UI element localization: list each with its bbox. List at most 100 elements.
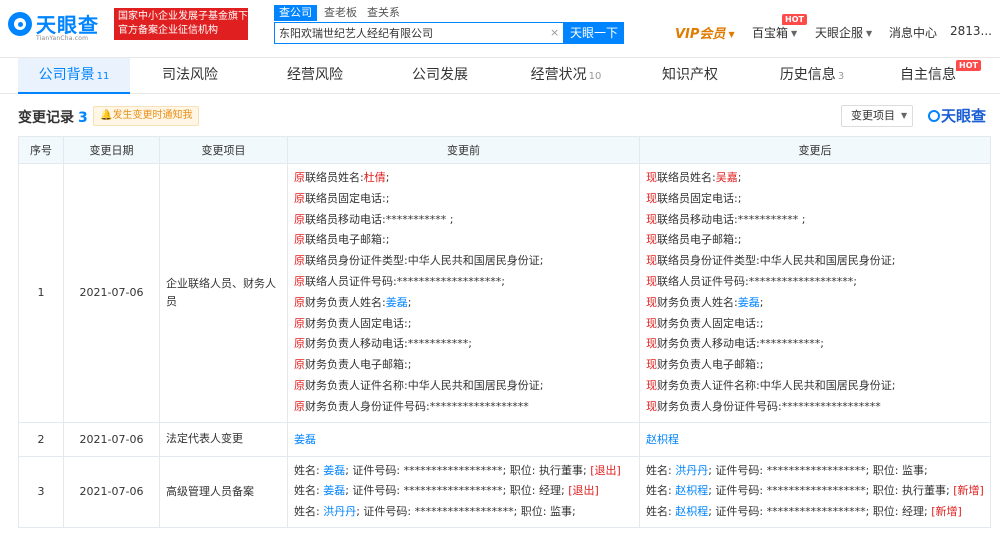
manager-line: 姓名: 姜磊; 证件号码: ******************; 职位: 经理… [294, 481, 633, 502]
tab-operating-status[interactable]: 经营状况 10 [510, 58, 622, 94]
tab-judicial-risk[interactable]: 司法风险 [134, 58, 246, 94]
col-header-after: 变更后 [639, 136, 991, 164]
person-link[interactable]: 姜磊 [323, 464, 345, 477]
change-field: 联络员固定电话:; [305, 191, 390, 205]
change-prefix: 现 [646, 171, 657, 184]
section-count: 3 [78, 110, 88, 126]
after-content: 赵枳程 [639, 421, 991, 457]
person-link[interactable]: 赵枳程 [675, 484, 708, 497]
hot-badge: HOT [782, 14, 807, 25]
change-line: 原财务负责人电子邮箱:; [294, 355, 633, 376]
before-content: 姓名: 姜磊; 证件号码: ******************; 职位: 执行… [287, 455, 640, 528]
tab-company-development[interactable]: 公司发展 [384, 58, 496, 94]
person-link[interactable]: 赵枳程 [646, 433, 679, 446]
search-box: × [274, 22, 564, 44]
change-field: 联络员身份证件类型:中华人民共和国居民身份证; [305, 254, 544, 268]
change-line: 原联络员姓名:杜倩; [294, 168, 633, 189]
change-line: 原财务负责人身份证件号码:****************** [294, 397, 633, 418]
change-tail: ; [737, 171, 742, 184]
change-prefix: 现 [646, 233, 657, 247]
tianyancha-logo[interactable]: 天眼查 TianYanCha.com [8, 9, 108, 45]
change-line: 现联络员姓名:吴嘉; [646, 168, 984, 189]
change-line: 现财务负责人电子邮箱:; [646, 355, 984, 376]
vip-label: VIP会员 [675, 27, 726, 42]
company-tabbar: 公司背景 11 司法风险 经营风险 公司发展 经营状况 10 知识产权 历史信息 3 … [0, 58, 1000, 94]
change-item-filter[interactable]: 变更项目 ▼ [841, 105, 913, 127]
change-field: 联络员固定电话:; [657, 191, 742, 205]
row-index: 1 [18, 163, 64, 423]
tab-label: 历史信息 [779, 67, 836, 83]
change-record-table: 序号 变更日期 变更项目 变更前 变更后 1 2021-07-06 企业联络人员… [18, 136, 991, 528]
tab-intellectual-property[interactable]: 知识产权 [634, 58, 746, 94]
watermark-text: 天眼查 [941, 107, 987, 125]
clear-icon[interactable]: × [550, 26, 559, 40]
treasure-label: 百宝箱 [752, 26, 789, 40]
person-name[interactable]: 姜磊 [738, 296, 760, 309]
change-line: 原财务负责人固定电话:; [294, 314, 633, 335]
change-prefix: 现 [646, 337, 657, 351]
change-prefix: 原 [294, 191, 305, 205]
section-title-text: 变更记录 [18, 110, 74, 126]
tab-count: 3 [837, 71, 845, 82]
change-field: 联络员移动电话:*********** ; [657, 212, 806, 226]
col-header-before: 变更前 [287, 136, 640, 164]
tab-count: 11 [96, 71, 110, 82]
change-field: 财务负责人移动电话:***********; [657, 337, 824, 351]
tab-label: 公司背景 [38, 67, 95, 83]
change-line: 现联络员电子邮箱:; [646, 230, 984, 251]
search-input[interactable] [279, 26, 539, 40]
change-line: 原联络员固定电话:; [294, 189, 633, 210]
change-prefix: 现 [646, 399, 657, 413]
row-item: 法定代表人变更 [159, 421, 288, 457]
change-tail: ; [759, 295, 764, 309]
change-line: 现财务负责人移动电话:***********; [646, 334, 984, 355]
search-button[interactable]: 天眼一下 [564, 22, 624, 44]
person-name[interactable]: 姜磊 [386, 296, 408, 309]
change-prefix: 原 [294, 358, 305, 372]
col-header-index: 序号 [18, 136, 64, 164]
change-prefix: 原 [294, 254, 305, 268]
change-field: 联络员电子邮箱:; [657, 233, 742, 247]
person-link[interactable]: 洪丹丹 [323, 505, 356, 518]
change-field: 财务负责人证件名称:中华人民共和国居民身份证; [305, 378, 544, 392]
change-prefix: 原 [294, 295, 305, 309]
change-tag: [退出] [568, 484, 599, 498]
change-tag: [新增] [931, 505, 962, 519]
user-menu[interactable]: 2813... [950, 24, 992, 38]
change-field: 财务负责人移动电话:***********; [305, 337, 472, 351]
person-link[interactable]: 洪丹丹 [675, 464, 708, 477]
change-line: 原财务负责人移动电话:***********; [294, 334, 633, 355]
person-link[interactable]: 姜磊 [294, 433, 316, 446]
search-tab-relation[interactable]: 查关系 [362, 5, 405, 21]
treasure-box-menu[interactable]: 百宝箱 ▼ [752, 24, 797, 41]
credential-banner: 国家中小企业发展子基金旗下 官方备案企业征信机构 [114, 8, 248, 40]
vip-member-link[interactable]: VIP会员 ▼ [675, 23, 735, 42]
change-field: 财务负责人身份证件号码:****************** [305, 399, 529, 413]
person-link[interactable]: 姜磊 [323, 484, 345, 497]
enterprise-service-menu[interactable]: 天眼企服 ▼ [815, 24, 872, 41]
row-item: 企业联络人员、财务人员 [159, 163, 288, 423]
tab-company-background[interactable]: 公司背景 11 [18, 58, 130, 94]
tab-operating-risk[interactable]: 经营风险 [259, 58, 371, 94]
row-index: 3 [18, 455, 64, 528]
message-center-link[interactable]: 消息中心 [889, 24, 937, 41]
change-line: 现财务负责人固定电话:; [646, 314, 984, 335]
change-field: 财务负责人姓名: [305, 295, 386, 309]
search-tab-company[interactable]: 查公司 [274, 5, 317, 21]
table-row: 1 2021-07-06 企业联络人员、财务人员 原联络员姓名:杜倩; 原联络员固… [18, 163, 991, 423]
change-line: 原财务负责人证件名称:中华人民共和国居民身份证; [294, 376, 633, 397]
notify-on-change-button[interactable]: 🔔发生变更时通知我 [93, 106, 200, 126]
row-date: 2021-07-06 [63, 163, 160, 423]
tab-history-info[interactable]: 历史信息 3 [756, 58, 868, 94]
manager-detail: ; 证件号码: ******************; 职位: 监事; [356, 505, 576, 519]
person-name: 吴嘉 [715, 171, 738, 184]
change-line: 现联络员固定电话:; [646, 189, 984, 210]
change-prefix: 现 [646, 316, 657, 330]
tab-label: 公司发展 [412, 67, 468, 83]
eye-logo-icon [8, 12, 32, 36]
change-field: 财务负责人身份证件号码:****************** [657, 399, 881, 413]
before-content: 原联络员姓名:杜倩; 原联络员固定电话:; 原联络员移动电话:***********… [287, 163, 640, 423]
eye-logo-icon [928, 110, 940, 122]
search-tab-boss[interactable]: 查老板 [319, 5, 362, 21]
person-link[interactable]: 赵枳程 [675, 505, 708, 518]
